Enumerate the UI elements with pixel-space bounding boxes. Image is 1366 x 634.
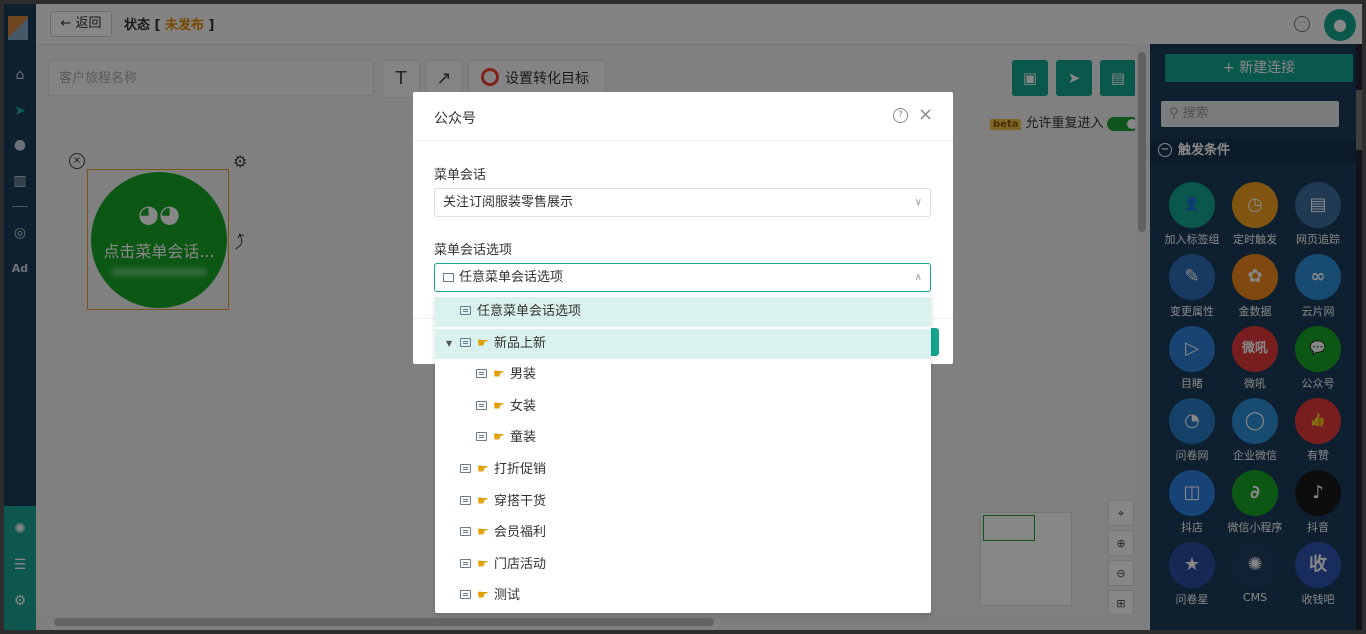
dropdown-option[interactable]: ☛ 男装	[435, 360, 931, 390]
dropdown-option[interactable]: ☛ 女装	[435, 392, 931, 422]
dropdown-option[interactable]: ☛ 测试	[435, 581, 931, 611]
close-icon[interactable]: ×	[918, 104, 933, 125]
menu-icon	[460, 495, 471, 505]
dropdown-option[interactable]: ☛ 会员福利	[435, 518, 931, 548]
menu-icon	[476, 369, 487, 379]
menu-option-label: 菜单会话选项	[434, 243, 513, 258]
dropdown-option[interactable]: ☛ 门店活动	[435, 550, 931, 580]
chevron-down-icon: ∨	[914, 197, 922, 208]
pointing-hand-icon: ☛	[477, 588, 489, 604]
option-label: 男装	[510, 367, 537, 383]
menu-icon	[460, 558, 471, 568]
menu-session-select[interactable]: 关注订阅服装零售展示 ∨	[434, 188, 931, 217]
option-label: 任意菜单会话选项	[477, 304, 582, 319]
menu-icon	[460, 337, 471, 347]
menu-icon	[476, 432, 487, 442]
menu-option-value: 任意菜单会话选项	[459, 270, 564, 285]
option-label: 测试	[494, 588, 521, 604]
menu-option-select[interactable]: 任意菜单会话选项 ∧	[434, 263, 931, 292]
menu-icon	[476, 400, 487, 410]
option-label: 门店活动	[494, 556, 547, 572]
menu-session-value: 关注订阅服装零售展示	[443, 195, 574, 210]
pointing-hand-icon: ☛	[477, 556, 489, 572]
dropdown-option[interactable]: ☛ 打折促销	[435, 455, 931, 485]
dropdown-option[interactable]: ▼ ☛ 新品上新	[435, 328, 931, 359]
pointing-hand-icon: ☛	[493, 430, 505, 446]
pointing-hand-icon: ☛	[477, 525, 489, 541]
dropdown-option[interactable]: 任意菜单会话选项	[435, 297, 931, 327]
menu-icon	[443, 273, 454, 282]
modal-title: 公众号	[434, 111, 476, 127]
menu-option-dropdown: 任意菜单会话选项 ▼ ☛ 新品上新 ☛ 男装 ☛ 女装 ☛ 童装 ☛ 打折促销 ☛ 穿搭干货 ☛ 会员福利 ☛ 门…	[435, 294, 931, 613]
menu-icon	[460, 590, 471, 600]
menu-icon	[460, 527, 471, 537]
menu-icon	[460, 306, 471, 315]
option-label: 打折促销	[494, 462, 547, 477]
help-icon[interactable]: ?	[893, 108, 908, 123]
menu-icon	[460, 464, 471, 473]
dropdown-option[interactable]: ☛ 童装	[435, 423, 931, 453]
confirm-button[interactable]	[931, 328, 939, 356]
option-label: 新品上新	[494, 335, 547, 351]
pointing-hand-icon: ☛	[493, 367, 505, 383]
pointing-hand-icon: ☛	[477, 493, 489, 509]
pointing-hand-icon: ☛	[477, 462, 489, 477]
option-label: 穿搭干货	[494, 493, 547, 509]
dropdown-option[interactable]: ☛ 穿搭干货	[435, 487, 931, 517]
menu-session-label: 菜单会话	[434, 168, 487, 183]
chevron-up-icon: ∧	[914, 272, 922, 283]
pointing-hand-icon: ☛	[493, 398, 505, 414]
option-label: 会员福利	[494, 525, 547, 541]
modal-header-divider	[413, 140, 953, 141]
caret-down-icon[interactable]: ▼	[446, 329, 452, 359]
option-label: 女装	[510, 398, 537, 414]
option-label: 童装	[510, 430, 537, 446]
pointing-hand-icon: ☛	[477, 335, 489, 351]
